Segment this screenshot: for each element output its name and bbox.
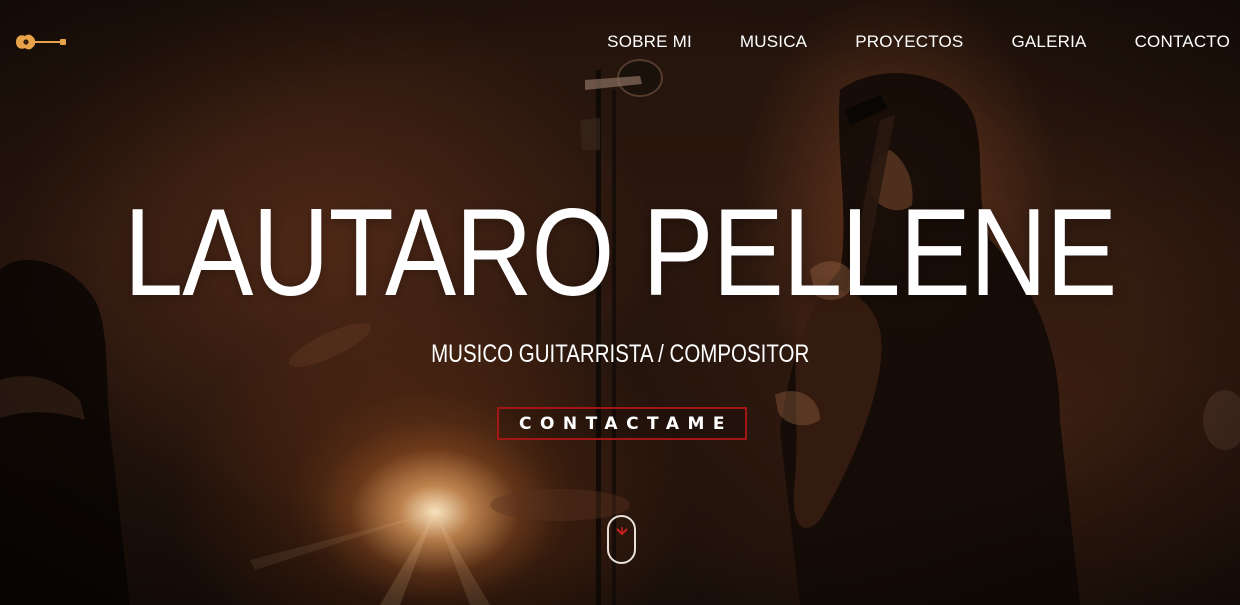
contact-me-button[interactable]: CONTACTAME	[497, 407, 747, 440]
mouse-scroll-icon[interactable]	[607, 515, 636, 564]
nav-item-galeria[interactable]: GALERIA	[1011, 31, 1086, 53]
nav-item-contacto[interactable]: CONTACTO	[1135, 31, 1230, 53]
hero-subtitle: MUSICO GUITARRISTA / COMPOSITOR	[431, 340, 810, 368]
nav-item-proyectos[interactable]: PROYECTOS	[855, 31, 963, 53]
nav-item-sobre-mi[interactable]: SOBRE MI	[607, 31, 692, 53]
scroll-arrow-icon	[616, 527, 628, 536]
hero-section: SOBRE MI MUSICA PROYECTOS GALERIA CONTAC…	[0, 0, 1240, 605]
nav-item-musica[interactable]: MUSICA	[740, 31, 807, 53]
guitar-logo-icon[interactable]	[14, 32, 68, 52]
main-nav: SOBRE MI MUSICA PROYECTOS GALERIA CONTAC…	[607, 31, 1230, 53]
hero-title: LAUTARO PELLENE	[123, 184, 1118, 322]
